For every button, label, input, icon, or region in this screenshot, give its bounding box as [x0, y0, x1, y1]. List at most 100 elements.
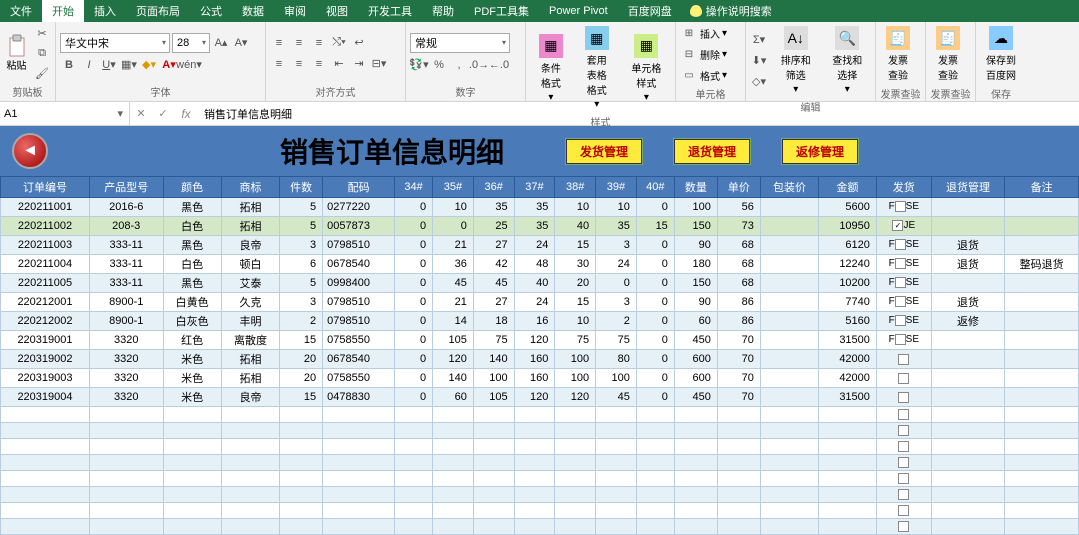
cell[interactable] [473, 455, 514, 471]
cell[interactable] [433, 503, 474, 519]
remark-cell[interactable] [1005, 312, 1079, 331]
return-manage-button[interactable]: 退货管理 [673, 138, 751, 165]
cell[interactable]: 白黄色 [163, 293, 221, 312]
cell[interactable] [163, 423, 221, 439]
cell[interactable]: 36 [433, 255, 474, 274]
cell[interactable]: 0 [395, 350, 433, 369]
autosum-icon[interactable]: Σ▾ [750, 31, 768, 49]
return-cell[interactable] [931, 388, 1005, 407]
cell[interactable]: 120 [514, 388, 555, 407]
cell[interactable]: 拓相 [221, 198, 279, 217]
cell[interactable]: 0 [636, 274, 674, 293]
cell[interactable]: 14 [433, 312, 474, 331]
checkbox-icon[interactable] [895, 239, 906, 250]
cell[interactable] [931, 407, 1005, 423]
cell[interactable]: 75 [596, 331, 637, 350]
cell[interactable]: 黑色 [163, 198, 221, 217]
cell[interactable]: 0798510 [323, 312, 395, 331]
ship-cell[interactable]: JE [876, 217, 931, 236]
cell[interactable] [323, 519, 395, 535]
cell[interactable]: 7740 [819, 293, 877, 312]
percent-icon[interactable]: % [430, 56, 448, 74]
cell[interactable] [555, 407, 596, 423]
cell[interactable]: 42000 [819, 369, 877, 388]
checkbox-icon[interactable] [895, 296, 906, 307]
cell[interactable]: 21 [433, 293, 474, 312]
cell[interactable]: 220319003 [1, 369, 90, 388]
checkbox-icon[interactable] [892, 220, 903, 231]
cell[interactable]: 10 [433, 198, 474, 217]
cell[interactable] [931, 503, 1005, 519]
name-box[interactable]: A1 [0, 102, 130, 125]
cell[interactable] [1005, 423, 1079, 439]
ribbon-tab-0[interactable]: 文件 [0, 0, 42, 22]
cell[interactable] [760, 439, 818, 455]
ship-cell[interactable]: FSE [876, 255, 931, 274]
cell[interactable]: 8900-1 [89, 293, 163, 312]
cell[interactable]: 120 [555, 388, 596, 407]
phonetic-button[interactable]: wén▾ [180, 56, 198, 74]
cell[interactable]: 0798510 [323, 236, 395, 255]
cell[interactable]: 0 [433, 217, 474, 236]
cell[interactable] [221, 503, 279, 519]
format-cells-icon[interactable]: ▭ [680, 66, 698, 84]
cell[interactable] [1005, 471, 1079, 487]
cell[interactable] [876, 487, 931, 503]
cell[interactable]: 600 [674, 350, 717, 369]
cell[interactable]: 白色 [163, 217, 221, 236]
cell[interactable]: 450 [674, 388, 717, 407]
format-painter-icon[interactable]: 🖌 [33, 64, 51, 82]
cell[interactable]: 31500 [819, 331, 877, 350]
return-cell[interactable]: 退货 [931, 293, 1005, 312]
cell[interactable] [1005, 407, 1079, 423]
return-cell[interactable] [931, 369, 1005, 388]
cell[interactable]: 40 [555, 217, 596, 236]
cell[interactable]: 5600 [819, 198, 877, 217]
cell[interactable] [596, 471, 637, 487]
checkbox-icon[interactable] [898, 373, 909, 384]
ribbon-tab-2[interactable]: 插入 [84, 0, 126, 22]
ribbon-tab-11[interactable]: Power Pivot [539, 0, 618, 22]
ship-cell[interactable]: FSE [876, 198, 931, 217]
cell[interactable] [760, 312, 818, 331]
col-header[interactable]: 数量 [674, 177, 717, 198]
cell[interactable]: 220319001 [1, 331, 90, 350]
checkbox-icon[interactable] [898, 441, 909, 452]
conditional-format-button[interactable]: ▦条件格式▾ [530, 32, 572, 105]
cell[interactable] [555, 519, 596, 535]
cell[interactable] [1005, 455, 1079, 471]
cell[interactable] [514, 503, 555, 519]
cell[interactable] [280, 407, 323, 423]
cell[interactable]: 0 [395, 274, 433, 293]
sort-filter-button[interactable]: A↓排序和筛选▾ [772, 24, 820, 97]
cell[interactable] [473, 407, 514, 423]
cell[interactable]: 0 [636, 255, 674, 274]
cell[interactable]: 56 [717, 198, 760, 217]
cell[interactable] [760, 455, 818, 471]
cell[interactable]: 0 [636, 293, 674, 312]
cell[interactable] [163, 455, 221, 471]
ship-cell[interactable]: FSE [876, 236, 931, 255]
cell[interactable]: 35 [473, 198, 514, 217]
cell[interactable] [555, 471, 596, 487]
cell[interactable] [717, 487, 760, 503]
cell[interactable] [555, 503, 596, 519]
cell[interactable] [1, 519, 90, 535]
cell[interactable]: 15 [280, 331, 323, 350]
cell[interactable]: 0 [596, 274, 637, 293]
checkbox-icon[interactable] [895, 201, 906, 212]
font-name-select[interactable]: 华文中宋 [60, 33, 170, 53]
borders-button[interactable]: ▦▾ [120, 56, 138, 74]
cell[interactable]: 艾泰 [221, 274, 279, 293]
underline-button[interactable]: U▾ [100, 56, 118, 74]
cell[interactable] [433, 423, 474, 439]
cell[interactable]: 0 [395, 388, 433, 407]
cell[interactable] [674, 423, 717, 439]
cell[interactable]: 3 [280, 236, 323, 255]
cell[interactable] [473, 423, 514, 439]
cell[interactable]: 100 [555, 369, 596, 388]
enter-formula-icon[interactable]: ✓ [152, 107, 174, 120]
cell[interactable] [674, 503, 717, 519]
cell[interactable]: 45 [596, 388, 637, 407]
cell[interactable] [876, 439, 931, 455]
